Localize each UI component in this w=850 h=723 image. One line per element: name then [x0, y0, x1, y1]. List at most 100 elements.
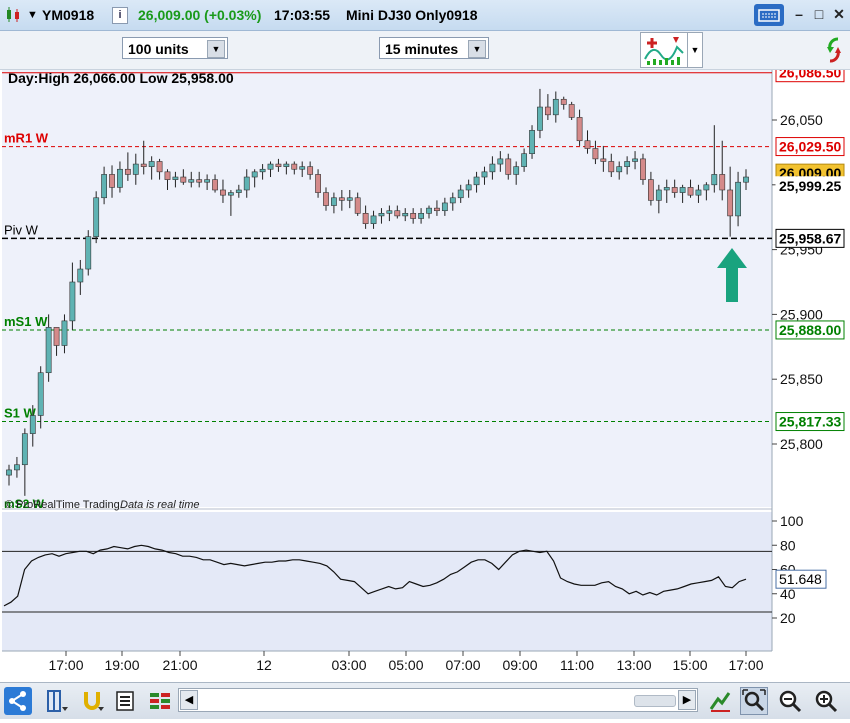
keyboard-icon[interactable] [754, 4, 784, 26]
auto-zoom-icon[interactable] [740, 687, 768, 715]
candle-body [743, 176, 749, 183]
magnet-icon[interactable] [78, 687, 106, 715]
scroll-thumb[interactable] [634, 695, 676, 707]
layout-icon[interactable] [42, 687, 70, 715]
zoom-in-icon[interactable] [812, 687, 840, 715]
footer-brand: © ProRealTime Trading [5, 499, 120, 511]
candle-body [14, 464, 20, 471]
candle-body [370, 215, 377, 224]
candle-body [251, 171, 258, 178]
candle-body [21, 433, 28, 466]
candle-body [204, 179, 211, 183]
interval-select[interactable]: 15 minutes ▼ [379, 37, 489, 59]
price-tick-label: 25,850 [780, 371, 823, 387]
candle-body [6, 469, 12, 476]
candle-body [354, 197, 361, 214]
info-icon[interactable]: i [112, 7, 128, 24]
price-pane[interactable] [2, 70, 772, 507]
candle-body [735, 181, 741, 217]
maximize-icon[interactable]: □ [809, 5, 829, 23]
refresh-arrows-icon[interactable] [824, 33, 844, 67]
candle-body [267, 163, 274, 170]
candle-body [441, 202, 448, 212]
candle-body [291, 163, 298, 170]
candle-body [148, 161, 155, 167]
drawing-list-icon[interactable] [112, 687, 140, 715]
level-label: Piv W [4, 222, 39, 237]
window-titlebar: ▼ YM0918 i 26,009.00 (+0.03%) 17:03:55 M… [0, 0, 850, 31]
candle-body [132, 163, 139, 175]
osc-tick-label: 80 [780, 537, 796, 553]
time-tick-label: 21:00 [162, 657, 197, 673]
oscillator-pane[interactable] [2, 512, 772, 651]
candle-body [93, 197, 100, 237]
time-tick-label: 09:00 [502, 657, 537, 673]
indicators-button[interactable] [640, 32, 688, 68]
candle-body [544, 106, 551, 116]
candle-body [77, 268, 84, 283]
candle-body [220, 189, 226, 196]
candle-body [362, 213, 369, 224]
minimize-icon[interactable]: – [789, 5, 809, 23]
candle-body [481, 171, 488, 178]
footer-status: Data is real time [120, 499, 199, 511]
level-label: mS1 W [4, 314, 48, 329]
candle-body [592, 148, 599, 160]
candle-body [307, 166, 314, 175]
candle-body [117, 168, 123, 188]
time-tick-label: 12 [256, 657, 272, 673]
candle-body [600, 158, 607, 162]
chevron-down-icon: ▼ [468, 40, 486, 58]
scroll-left-icon[interactable]: ◀ [180, 690, 198, 710]
horizontal-scrollbar[interactable]: ◀ ▶ [178, 688, 698, 712]
candle-body [711, 174, 718, 186]
candle-body [616, 166, 623, 173]
candle-body [671, 187, 678, 193]
price-chart[interactable]: mR1 WPiv WmS1 WS1 W 26,05026,00025,95025… [0, 70, 850, 682]
candle-body [69, 281, 76, 322]
close-icon[interactable]: ✕ [829, 5, 849, 23]
candle-body [560, 98, 567, 105]
candle-body [235, 189, 242, 193]
candle-body [124, 168, 131, 175]
candle-body [576, 117, 583, 142]
osc-tick-label: 20 [780, 610, 796, 626]
candle-body [140, 163, 147, 167]
candle-body [61, 320, 68, 346]
price-tick-label: 25,900 [780, 306, 823, 322]
zoom-out-icon[interactable] [776, 687, 804, 715]
candle-body [608, 161, 615, 173]
time-tick-label: 07:00 [445, 657, 480, 673]
candlestick-icon[interactable] [5, 6, 21, 29]
candle-body [489, 163, 496, 173]
time-tick-label: 03:00 [331, 657, 366, 673]
candle-body [243, 176, 250, 191]
interval-value: 15 minutes [385, 41, 459, 57]
share-icon[interactable] [4, 687, 32, 715]
candle-body [53, 327, 60, 346]
candle-body [521, 153, 528, 167]
candle-body [410, 213, 417, 219]
indicators-dropdown-icon[interactable]: ▼ [687, 32, 703, 68]
clock-time: 17:03:55 [274, 7, 331, 23]
candle-body [109, 174, 115, 188]
scroll-right-icon[interactable]: ▶ [678, 690, 696, 710]
level-label: mR1 W [4, 131, 49, 146]
level-price-tag: 25,888.00 [779, 322, 841, 338]
candle-body [180, 176, 187, 183]
candle-body [101, 174, 107, 199]
time-tick-label: 05:00 [388, 657, 423, 673]
candle-body [275, 163, 282, 167]
drawing-tool-icon[interactable] [706, 687, 734, 715]
symbol-label[interactable]: YM0918 [42, 7, 94, 23]
units-select[interactable]: 100 units ▼ [122, 37, 228, 59]
candle-body [457, 189, 464, 199]
candle-body [45, 327, 52, 374]
symbol-dropdown-icon[interactable]: ▼ [27, 9, 38, 21]
units-value: 100 units [128, 41, 189, 57]
candle-body [212, 179, 218, 191]
columns-icon[interactable] [146, 687, 174, 715]
time-tick-label: 11:00 [560, 657, 594, 673]
day-high-low: Day:High 26,066.00 Low 25,958.00 [8, 70, 234, 86]
candle-body [188, 179, 195, 183]
